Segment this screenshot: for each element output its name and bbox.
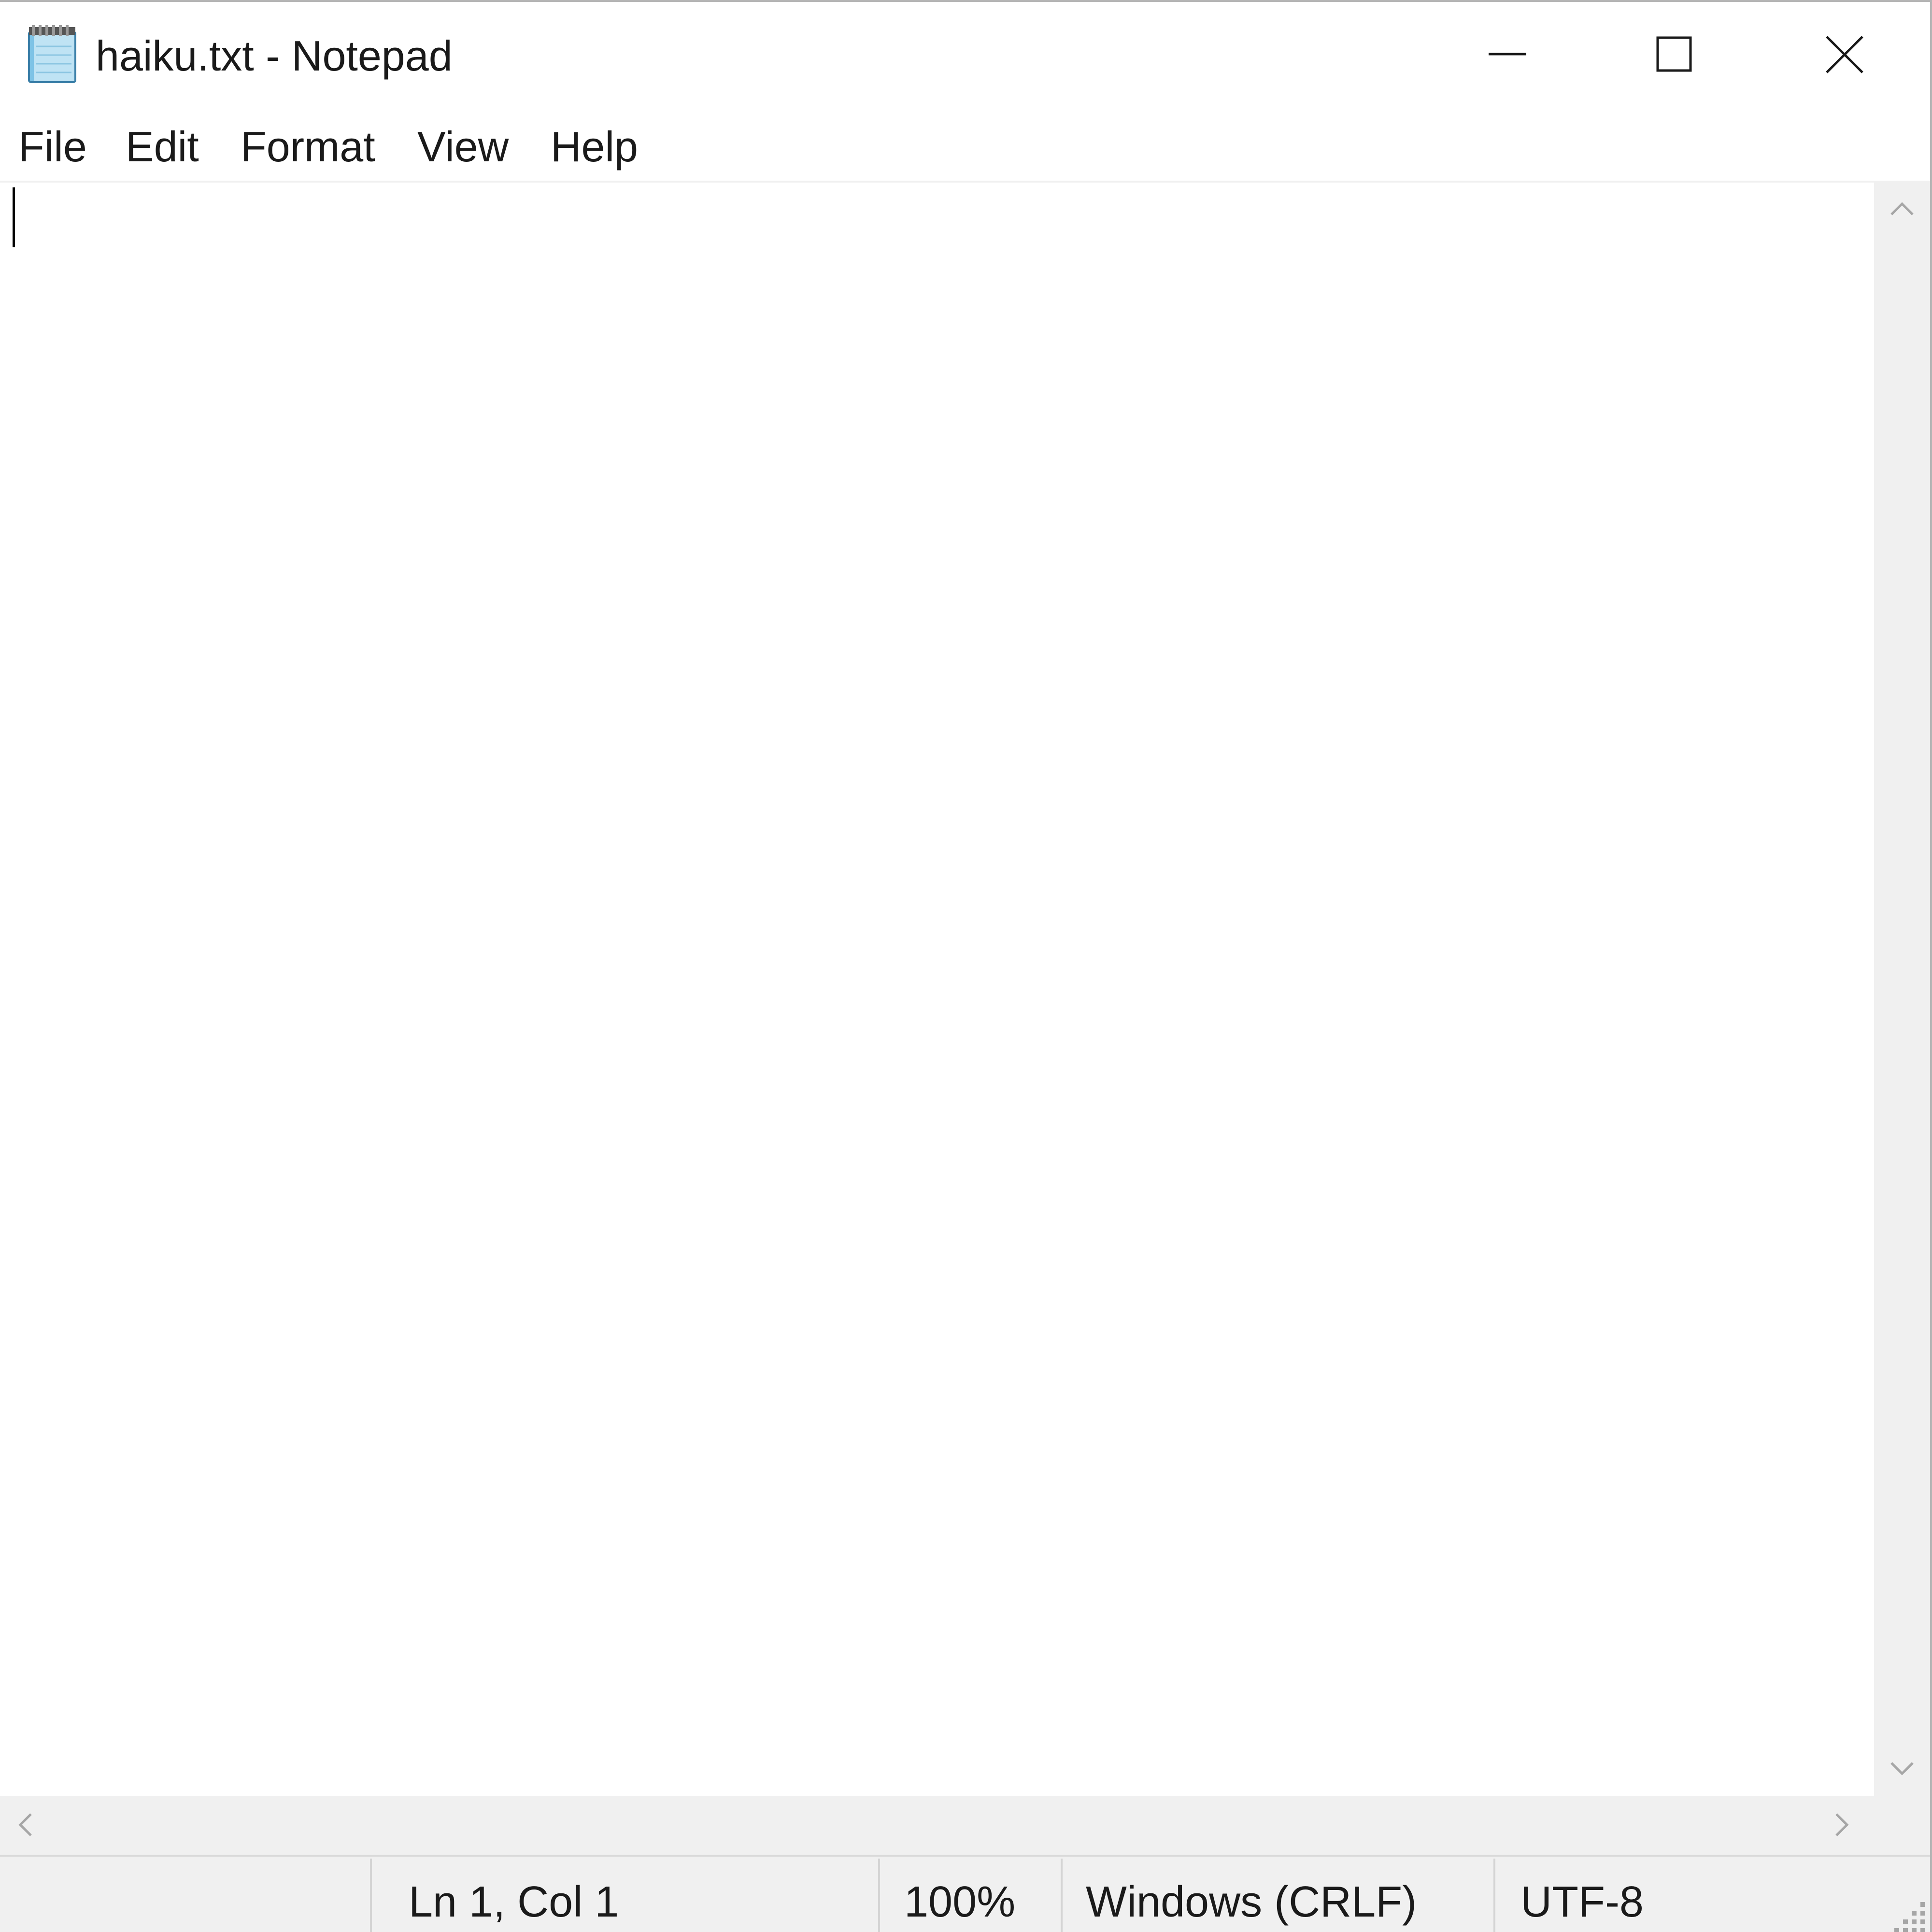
scroll-right-button[interactable] xyxy=(1811,1796,1867,1855)
status-divider xyxy=(1493,1859,1495,1932)
menu-help[interactable]: Help xyxy=(551,122,638,172)
scroll-down-button[interactable] xyxy=(1874,1740,1930,1796)
encoding: UTF-8 xyxy=(1520,1878,1644,1926)
status-divider xyxy=(878,1859,880,1932)
chevron-up-icon xyxy=(1890,202,1914,215)
cursor-position: Ln 1, Col 1 xyxy=(409,1878,619,1926)
title-bar[interactable]: haiku.txt - Notepad xyxy=(0,2,1930,108)
resize-grip-icon[interactable] xyxy=(1889,1893,1929,1932)
scroll-left-button[interactable] xyxy=(0,1796,56,1855)
notepad-window: haiku.txt - Notepad File Edit Format Vie… xyxy=(0,0,1932,1932)
close-icon xyxy=(1826,36,1863,73)
scroll-up-button[interactable] xyxy=(1874,181,1930,237)
chevron-down-icon xyxy=(1890,1762,1914,1776)
minimize-button[interactable] xyxy=(1435,2,1579,108)
status-bar: Ln 1, Col 1 100% Windows (CRLF) UTF-8 xyxy=(0,1855,1930,1932)
chevron-right-icon xyxy=(1835,1813,1849,1836)
menu-file[interactable]: File xyxy=(18,122,87,172)
close-button[interactable] xyxy=(1773,2,1918,108)
line-ending: Windows (CRLF) xyxy=(1086,1878,1417,1926)
menu-bar: File Edit Format View Help xyxy=(0,116,1930,181)
maximize-icon xyxy=(1656,36,1692,72)
menu-format[interactable]: Format xyxy=(241,122,375,172)
text-caret xyxy=(13,187,15,247)
chevron-left-icon xyxy=(18,1813,32,1836)
text-editor[interactable] xyxy=(0,181,1874,1798)
notepad-icon[interactable] xyxy=(25,25,82,85)
status-divider xyxy=(370,1859,372,1932)
minimize-icon xyxy=(1489,53,1526,56)
vertical-scrollbar[interactable] xyxy=(1874,181,1930,1796)
menu-view[interactable]: View xyxy=(417,122,509,172)
window-title: haiku.txt - Notepad xyxy=(96,32,453,80)
status-divider xyxy=(1061,1859,1063,1932)
maximize-button[interactable] xyxy=(1602,2,1747,108)
zoom-level: 100% xyxy=(904,1878,1016,1926)
menu-edit[interactable]: Edit xyxy=(126,122,199,172)
horizontal-scrollbar[interactable] xyxy=(0,1796,1930,1855)
